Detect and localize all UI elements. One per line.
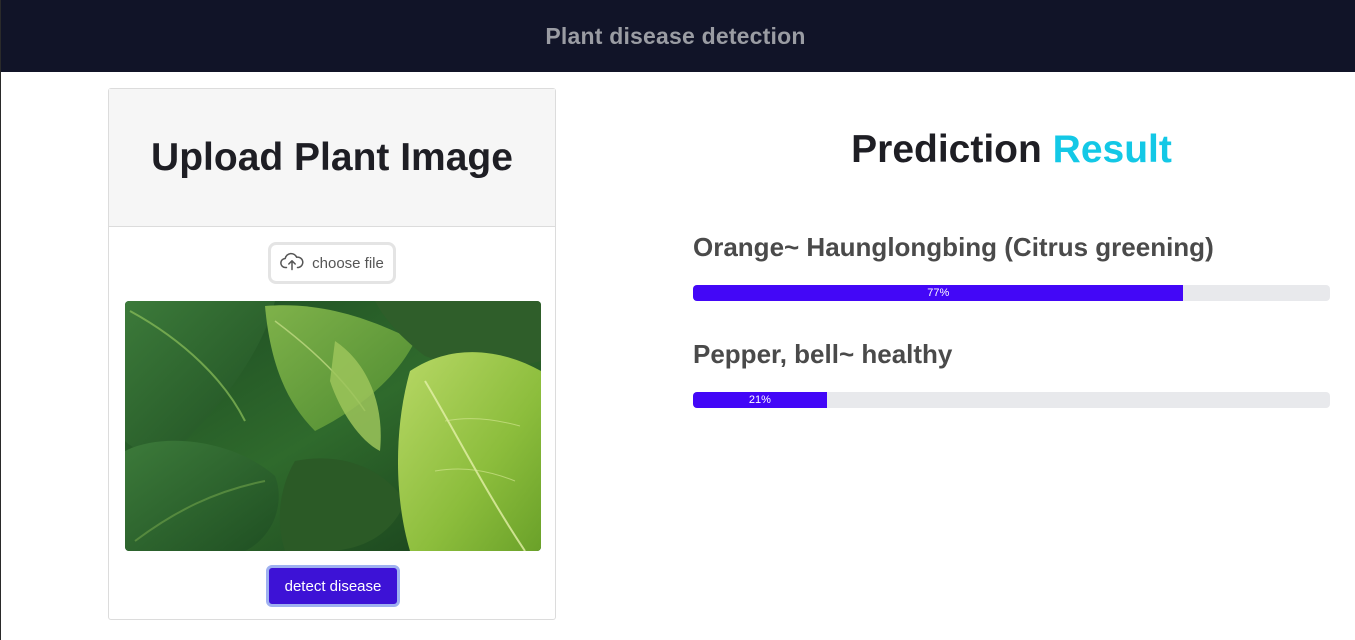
navbar: Plant disease detection [1, 0, 1355, 72]
detect-disease-button[interactable]: detect disease [266, 565, 400, 607]
prediction-progress-fill-2: 21% [693, 392, 827, 408]
choose-file-label: choose file [312, 254, 384, 272]
prediction-progress-2: 21% [693, 392, 1330, 408]
upload-card-header: Upload Plant Image [109, 89, 555, 227]
navbar-brand[interactable]: Plant disease detection [545, 23, 805, 50]
prediction-progress-fill-1: 77% [693, 285, 1184, 301]
prediction-label-1: Orange~ Haunglongbing (Citrus greening) [693, 232, 1214, 262]
cloud-upload-icon [280, 251, 304, 276]
prediction-result-title: Prediction Result [693, 128, 1330, 172]
upload-card: Upload Plant Image choose file detect di… [108, 88, 556, 620]
prediction-progress-1: 77% [693, 285, 1330, 301]
result-title-main: Prediction [851, 128, 1042, 171]
upload-title: Upload Plant Image [151, 135, 513, 179]
plant-image-preview [125, 301, 541, 551]
choose-file-button[interactable]: choose file [268, 242, 396, 284]
prediction-label-2: Pepper, bell~ healthy [693, 339, 953, 369]
result-title-accent: Result [1052, 128, 1172, 171]
